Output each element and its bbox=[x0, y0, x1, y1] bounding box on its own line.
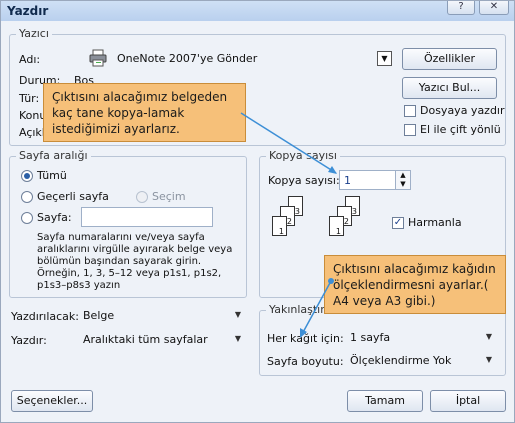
copies-arrow bbox=[240, 112, 337, 174]
scale-arrow bbox=[300, 280, 332, 337]
callout-arrows bbox=[240, 112, 337, 338]
print-dialog: Yazdır ? ✕ Yazıcı Adı: OneNote 2007'ye G… bbox=[0, 0, 515, 423]
scale-arrowhead bbox=[300, 328, 307, 338]
copies-arrowhead bbox=[328, 166, 337, 174]
scale-arrow-dot bbox=[328, 278, 334, 284]
